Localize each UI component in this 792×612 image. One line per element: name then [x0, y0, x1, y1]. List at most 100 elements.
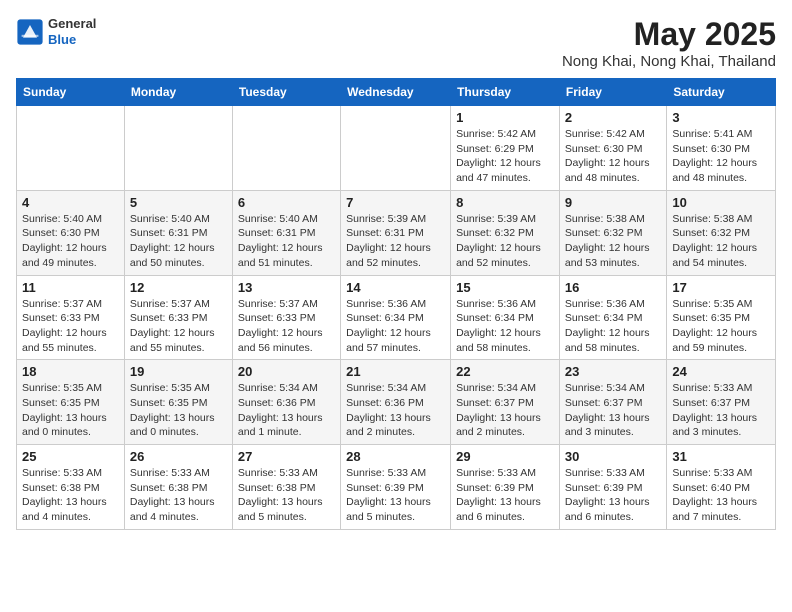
day-number: 6: [238, 195, 335, 210]
calendar-week-row: 18Sunrise: 5:35 AM Sunset: 6:35 PM Dayli…: [17, 360, 776, 445]
day-info: Sunrise: 5:36 AM Sunset: 6:34 PM Dayligh…: [456, 297, 554, 356]
title-section: May 2025 Nong Khai, Nong Khai, Thailand: [562, 16, 776, 70]
day-number: 20: [238, 364, 335, 379]
day-info: Sunrise: 5:36 AM Sunset: 6:34 PM Dayligh…: [346, 297, 445, 356]
calendar-cell: 24 Sunrise: 5:33 AM Sunset: 6:37 PM Dayli…: [667, 360, 776, 445]
day-number: 19: [130, 364, 227, 379]
calendar-cell: 9Sunrise: 5:38 AM Sunset: 6:32 PM Daylig…: [559, 190, 666, 275]
calendar-cell: 31Sunrise: 5:33 AM Sunset: 6:40 PM Dayli…: [667, 445, 776, 530]
weekday-header: Sunday: [17, 79, 125, 106]
weekday-header: Tuesday: [232, 79, 340, 106]
calendar-cell: 7 Sunrise: 5:39 AM Sunset: 6:31 PM Daylig…: [341, 190, 451, 275]
calendar-cell: [232, 106, 340, 191]
day-info: Sunrise: 5:38 AM Sunset: 6:32 PM Dayligh…: [672, 212, 770, 271]
day-number: 5: [130, 195, 227, 210]
calendar-week-row: 25 Sunrise: 5:33 AM Sunset: 6:38 PM Dayli…: [17, 445, 776, 530]
calendar-cell: 29 Sunrise: 5:33 AM Sunset: 6:39 PM Dayli…: [451, 445, 560, 530]
calendar-header: SundayMondayTuesdayWednesdayThursdayFrid…: [17, 79, 776, 106]
day-number: 8: [456, 195, 554, 210]
day-number: 29: [456, 449, 554, 464]
calendar-cell: 18Sunrise: 5:35 AM Sunset: 6:35 PM Dayli…: [17, 360, 125, 445]
day-info: Sunrise: 5:40 AM Sunset: 6:30 PM Dayligh…: [22, 212, 119, 271]
logo: General Blue: [16, 16, 96, 47]
calendar-cell: 13Sunrise: 5:37 AM Sunset: 6:33 PM Dayli…: [232, 275, 340, 360]
calendar-week-row: 4 Sunrise: 5:40 AM Sunset: 6:30 PM Daylig…: [17, 190, 776, 275]
calendar-cell: 21Sunrise: 5:34 AM Sunset: 6:36 PM Dayli…: [341, 360, 451, 445]
calendar-cell: 26 Sunrise: 5:33 AM Sunset: 6:38 PM Dayli…: [124, 445, 232, 530]
location: Nong Khai, Nong Khai, Thailand: [562, 53, 776, 70]
day-info: Sunrise: 5:35 AM Sunset: 6:35 PM Dayligh…: [130, 381, 227, 440]
day-number: 10: [672, 195, 770, 210]
day-number: 23: [565, 364, 661, 379]
day-info: Sunrise: 5:37 AM Sunset: 6:33 PM Dayligh…: [238, 297, 335, 356]
day-info: Sunrise: 5:42 AM Sunset: 6:29 PM Dayligh…: [456, 127, 554, 186]
day-info: Sunrise: 5:33 AM Sunset: 6:39 PM Dayligh…: [346, 466, 445, 525]
calendar-cell: [17, 106, 125, 191]
month-title: May 2025: [562, 16, 776, 53]
calendar-cell: 11Sunrise: 5:37 AM Sunset: 6:33 PM Dayli…: [17, 275, 125, 360]
calendar-cell: 30 Sunrise: 5:33 AM Sunset: 6:39 PM Dayli…: [559, 445, 666, 530]
calendar-cell: 15 Sunrise: 5:36 AM Sunset: 6:34 PM Dayli…: [451, 275, 560, 360]
day-info: Sunrise: 5:40 AM Sunset: 6:31 PM Dayligh…: [130, 212, 227, 271]
day-info: Sunrise: 5:33 AM Sunset: 6:38 PM Dayligh…: [130, 466, 227, 525]
calendar-cell: 4 Sunrise: 5:40 AM Sunset: 6:30 PM Daylig…: [17, 190, 125, 275]
calendar-cell: 1 Sunrise: 5:42 AM Sunset: 6:29 PM Daylig…: [451, 106, 560, 191]
calendar-cell: 2 Sunrise: 5:42 AM Sunset: 6:30 PM Daylig…: [559, 106, 666, 191]
weekday-header: Thursday: [451, 79, 560, 106]
day-number: 28: [346, 449, 445, 464]
calendar-table: SundayMondayTuesdayWednesdayThursdayFrid…: [16, 78, 776, 530]
day-info: Sunrise: 5:33 AM Sunset: 6:38 PM Dayligh…: [238, 466, 335, 525]
day-info: Sunrise: 5:42 AM Sunset: 6:30 PM Dayligh…: [565, 127, 661, 186]
calendar-cell: 10 Sunrise: 5:38 AM Sunset: 6:32 PM Dayli…: [667, 190, 776, 275]
calendar-cell: 14 Sunrise: 5:36 AM Sunset: 6:34 PM Dayli…: [341, 275, 451, 360]
weekday-header: Friday: [559, 79, 666, 106]
page-header: General Blue May 2025 Nong Khai, Nong Kh…: [16, 16, 776, 70]
day-number: 7: [346, 195, 445, 210]
day-number: 14: [346, 280, 445, 295]
weekday-header: Monday: [124, 79, 232, 106]
day-number: 11: [22, 280, 119, 295]
day-info: Sunrise: 5:35 AM Sunset: 6:35 PM Dayligh…: [22, 381, 119, 440]
day-info: Sunrise: 5:39 AM Sunset: 6:32 PM Dayligh…: [456, 212, 554, 271]
calendar-cell: 6 Sunrise: 5:40 AM Sunset: 6:31 PM Daylig…: [232, 190, 340, 275]
day-number: 2: [565, 110, 661, 125]
day-info: Sunrise: 5:33 AM Sunset: 6:38 PM Dayligh…: [22, 466, 119, 525]
day-number: 16: [565, 280, 661, 295]
day-number: 15: [456, 280, 554, 295]
day-info: Sunrise: 5:33 AM Sunset: 6:39 PM Dayligh…: [456, 466, 554, 525]
day-number: 25: [22, 449, 119, 464]
logo-blue: Blue: [48, 32, 96, 48]
calendar-cell: 19 Sunrise: 5:35 AM Sunset: 6:35 PM Dayli…: [124, 360, 232, 445]
day-number: 3: [672, 110, 770, 125]
calendar-cell: [341, 106, 451, 191]
weekday-header: Saturday: [667, 79, 776, 106]
day-number: 30: [565, 449, 661, 464]
day-info: Sunrise: 5:33 AM Sunset: 6:39 PM Dayligh…: [565, 466, 661, 525]
day-info: Sunrise: 5:41 AM Sunset: 6:30 PM Dayligh…: [672, 127, 770, 186]
day-number: 1: [456, 110, 554, 125]
day-info: Sunrise: 5:40 AM Sunset: 6:31 PM Dayligh…: [238, 212, 335, 271]
calendar-cell: [124, 106, 232, 191]
calendar-week-row: 1 Sunrise: 5:42 AM Sunset: 6:29 PM Daylig…: [17, 106, 776, 191]
calendar-cell: 17Sunrise: 5:35 AM Sunset: 6:35 PM Dayli…: [667, 275, 776, 360]
weekday-header: Wednesday: [341, 79, 451, 106]
day-number: 24: [672, 364, 770, 379]
day-info: Sunrise: 5:35 AM Sunset: 6:35 PM Dayligh…: [672, 297, 770, 356]
day-number: 26: [130, 449, 227, 464]
calendar-cell: 27Sunrise: 5:33 AM Sunset: 6:38 PM Dayli…: [232, 445, 340, 530]
day-info: Sunrise: 5:33 AM Sunset: 6:37 PM Dayligh…: [672, 381, 770, 440]
calendar-cell: 8 Sunrise: 5:39 AM Sunset: 6:32 PM Daylig…: [451, 190, 560, 275]
day-number: 4: [22, 195, 119, 210]
calendar-week-row: 11 Sunrise: 5:37 AM Sunset: 6:33 PM Dayli…: [17, 275, 776, 360]
calendar-body: 1 Sunrise: 5:42 AM Sunset: 6:29 PM Daylig…: [17, 106, 776, 530]
day-number: 12: [130, 280, 227, 295]
day-info: Sunrise: 5:37 AM Sunset: 6:33 PM Dayligh…: [130, 297, 227, 356]
calendar-cell: 25 Sunrise: 5:33 AM Sunset: 6:38 PM Dayli…: [17, 445, 125, 530]
day-number: 22: [456, 364, 554, 379]
calendar-cell: 12 Sunrise: 5:37 AM Sunset: 6:33 PM Dayli…: [124, 275, 232, 360]
day-info: Sunrise: 5:38 AM Sunset: 6:32 PM Dayligh…: [565, 212, 661, 271]
day-info: Sunrise: 5:39 AM Sunset: 6:31 PM Dayligh…: [346, 212, 445, 271]
calendar-cell: 28 Sunrise: 5:33 AM Sunset: 6:39 PM Dayli…: [341, 445, 451, 530]
day-info: Sunrise: 5:33 AM Sunset: 6:40 PM Dayligh…: [672, 466, 770, 525]
day-info: Sunrise: 5:36 AM Sunset: 6:34 PM Dayligh…: [565, 297, 661, 356]
